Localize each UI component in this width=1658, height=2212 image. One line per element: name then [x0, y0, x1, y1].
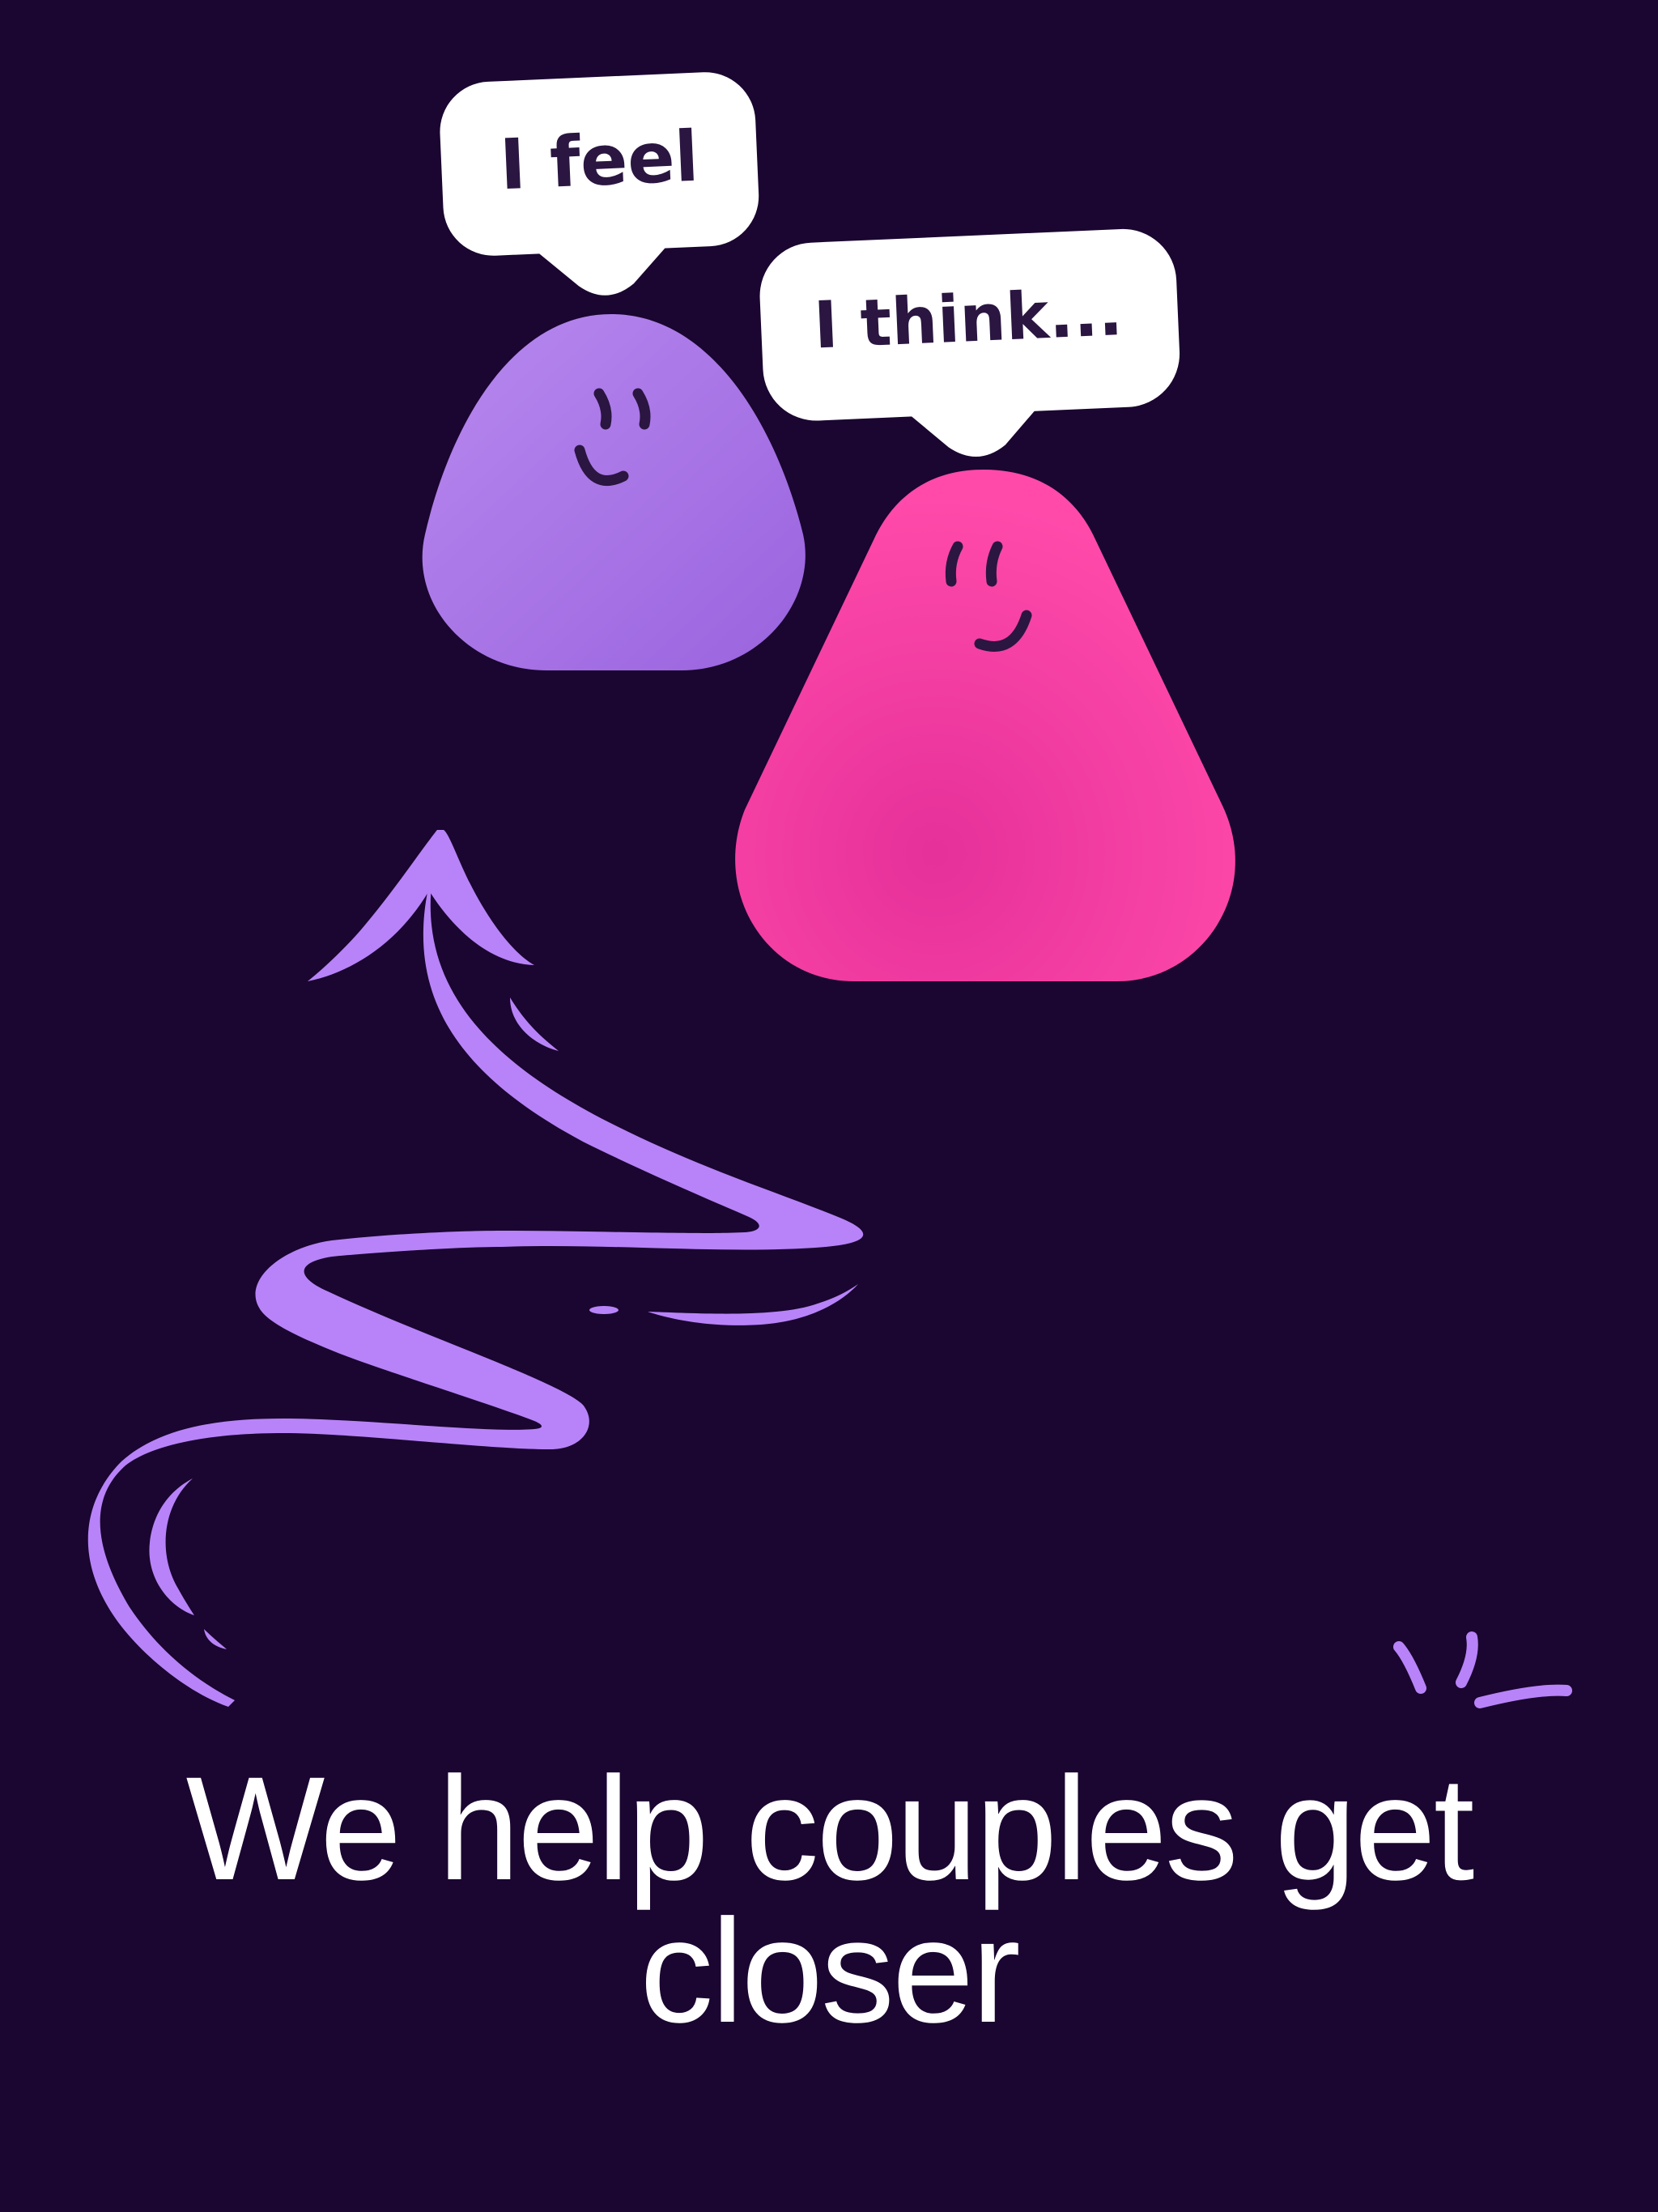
sparkle-mark: [1474, 1684, 1572, 1708]
speech-bubble-feel: I feel: [440, 72, 759, 296]
pink-character: [735, 470, 1235, 981]
speech-bubble-feel-tail: [529, 240, 673, 296]
accent-stroke: [510, 998, 559, 1051]
accent-stroke: [648, 1284, 858, 1325]
squiggle-arrow-path: [87, 878, 864, 1707]
speech-bubble-think-text: I think...: [812, 274, 1124, 364]
speech-bubble-think-tail: [902, 402, 1042, 457]
sparkle-marks: [1393, 1631, 1572, 1708]
sparkle-mark: [1456, 1631, 1478, 1688]
accent-dot: [589, 1306, 619, 1314]
accent-stroke: [204, 1629, 227, 1649]
speech-bubble-think: I think...: [759, 228, 1180, 457]
purple-character: [422, 314, 806, 670]
accent-stroke: [149, 1478, 194, 1615]
speech-bubble-feel-text: I feel: [498, 117, 700, 206]
headline: We help couples get closer: [185, 1746, 1475, 2053]
onboarding-screen: I feel I think... We help couples get cl…: [0, 0, 1658, 2212]
sparkle-mark: [1393, 1641, 1426, 1694]
squiggle-arrow: [87, 830, 864, 1707]
arrow-head: [308, 830, 534, 981]
pink-right-eye: [985, 541, 1003, 587]
pink-body: [735, 470, 1235, 981]
purple-body: [422, 314, 806, 670]
